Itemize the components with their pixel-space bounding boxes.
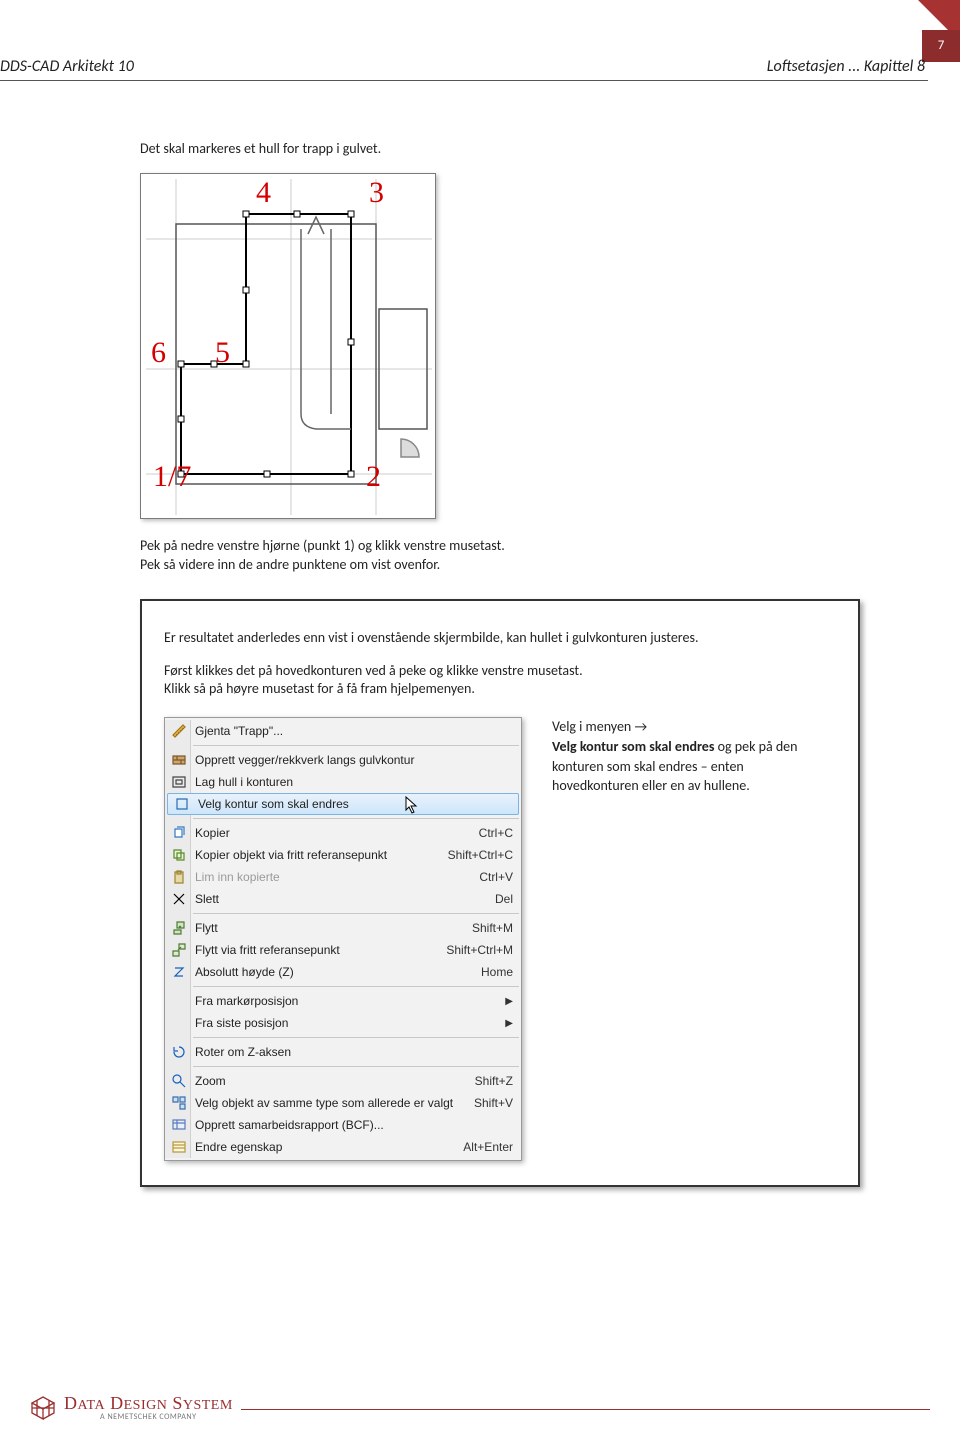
menu-item-rotate-13[interactable]: Roter om Z-aksen (165, 1041, 521, 1063)
menu-item-label: Velg objekt av samme type som allerede e… (195, 1096, 466, 1110)
menu-item-label: Fra siste posisjon (195, 1016, 499, 1030)
point-label-3: 3 (369, 176, 384, 210)
point-label-4: 4 (256, 176, 271, 210)
menu-item-shortcut: Shift+V (466, 1096, 513, 1110)
menu-item-shortcut: Del (487, 892, 513, 906)
box-para-1: Er resultatet anderledes enn vist i oven… (164, 629, 836, 648)
page-header: DDS-CAD Arkitekt 10 Loftsetasjen ... Kap… (0, 57, 930, 79)
menu-item-label: Fra markørposisjon (195, 994, 499, 1008)
hole-icon (169, 774, 189, 790)
point-label-6: 6 (151, 336, 166, 370)
menu-item-shortcut: Shift+M (464, 921, 513, 935)
menu-item-label: Roter om Z-aksen (195, 1045, 513, 1059)
menu-item-contour-3[interactable]: Velg kontur som skal endres (167, 793, 519, 815)
menu-item-label: Flytt via fritt referansepunkt (195, 943, 438, 957)
box-para-2: Først klikkes det på hovedkonturen ved å… (164, 662, 836, 681)
info-box: Er resultatet anderledes enn vist i oven… (140, 599, 860, 1188)
menu-item-bcf-16[interactable]: Opprett samarbeidsrapport (BCF)... (165, 1114, 521, 1136)
after-para-1: Pek på nedre venstre hjørne (punkt 1) og… (140, 537, 860, 556)
menu-item-label: Opprett vegger/rekkverk langs gulvkontur (195, 753, 513, 767)
footer-brand: DATA DESIGN SYSTEM (64, 1393, 233, 1414)
intro-para: Det skal markeres et hull for trapp i gu… (140, 140, 860, 159)
menu-item-label: Lim inn kopierte (195, 870, 471, 884)
menu-separator (193, 986, 519, 987)
submenu-arrow-icon: ▶ (505, 1018, 513, 1029)
selectsame-icon (169, 1095, 189, 1111)
footer-rule (241, 1409, 930, 1410)
header-left: DDS-CAD Arkitekt 10 (0, 57, 134, 76)
menu-separator (193, 913, 519, 914)
menu-item-delete-7[interactable]: SlettDel (165, 888, 521, 910)
menu-separator (193, 745, 519, 746)
menu-item-shortcut: Alt+Enter (455, 1140, 513, 1154)
cursor-icon (405, 796, 419, 814)
moveref-icon (169, 942, 189, 958)
menu-item-copyref-5[interactable]: Kopier objekt via fritt referansepunktSh… (165, 844, 521, 866)
page-footer: DATA DESIGN SYSTEM A NEMETSCHEK COMPANY (30, 1393, 930, 1422)
blank-icon (169, 1015, 189, 1031)
ruler-icon (169, 723, 189, 739)
menu-item-label: Absolutt høyde (Z) (195, 965, 473, 979)
cad-screenshot: 4 3 5 6 2 1/7 (140, 173, 436, 519)
menu-item-label: Kopier objekt via fritt referansepunkt (195, 848, 440, 862)
menu-item-copy-4[interactable]: KopierCtrl+C (165, 822, 521, 844)
move-icon (169, 920, 189, 936)
menu-separator (193, 1037, 519, 1038)
menu-item-label: Endre egenskap (195, 1140, 455, 1154)
copy-icon (169, 825, 189, 841)
menu-item-ruler-0[interactable]: Gjenta "Trapp"... (165, 720, 521, 742)
context-menu: Gjenta "Trapp"... Opprett vegger/rekkverk… (164, 717, 522, 1161)
menu-item-label: Lag hull i konturen (195, 775, 513, 789)
rotate-icon (169, 1044, 189, 1060)
z-icon (169, 964, 189, 980)
zoom-icon (169, 1073, 189, 1089)
delete-icon (169, 891, 189, 907)
menu-item-shortcut: Ctrl+C (471, 826, 513, 840)
bcf-icon (169, 1117, 189, 1133)
menu-item-paste-6[interactable]: Lim inn kopierteCtrl+V (165, 866, 521, 888)
after-para-2: Pek så videre inn de andre punktene om v… (140, 556, 860, 575)
menu-separator (193, 1066, 519, 1067)
blank-icon (169, 993, 189, 1009)
header-right: Loftsetasjen ... Kapittel 8 (767, 57, 925, 76)
menu-item-wall-1[interactable]: Opprett vegger/rekkverk langs gulvkontur (165, 749, 521, 771)
menu-item-label: Flytt (195, 921, 464, 935)
box-para-3: Klikk så på høyre musetast for å få fram… (164, 680, 836, 699)
menu-item-label: Gjenta "Trapp"... (195, 724, 513, 738)
menu-item-properties-17[interactable]: Endre egenskapAlt+Enter (165, 1136, 521, 1158)
menu-item-moveref-9[interactable]: Flytt via fritt referansepunktShift+Ctrl… (165, 939, 521, 961)
header-rule (0, 80, 928, 81)
menu-item-label: Opprett samarbeidsrapport (BCF)... (195, 1118, 513, 1132)
menu-item-z-10[interactable]: Absolutt høyde (Z)Home (165, 961, 521, 983)
menu-item-shortcut: Ctrl+V (471, 870, 513, 884)
menu-item-label: Velg kontur som skal endres (198, 797, 510, 811)
point-label-17: 1/7 (153, 460, 191, 494)
box-side-text: Velg i menyen → Velg kontur som skal end… (552, 717, 812, 795)
menu-item-label: Zoom (195, 1074, 467, 1088)
menu-item-shortcut: Shift+Z (467, 1074, 513, 1088)
menu-item-selectsame-15[interactable]: Velg objekt av samme type som allerede e… (165, 1092, 521, 1114)
logo-icon (30, 1395, 56, 1421)
menu-item-item-11[interactable]: Fra markørposisjon ▶ (165, 990, 521, 1012)
point-label-5: 5 (215, 336, 230, 370)
submenu-arrow-icon: ▶ (505, 996, 513, 1007)
paste-icon (169, 869, 189, 885)
menu-item-item-12[interactable]: Fra siste posisjon ▶ (165, 1012, 521, 1034)
menu-item-zoom-14[interactable]: ZoomShift+Z (165, 1070, 521, 1092)
menu-separator (193, 818, 519, 819)
menu-item-hole-2[interactable]: Lag hull i konturen (165, 771, 521, 793)
menu-item-shortcut: Shift+Ctrl+C (440, 848, 513, 862)
menu-item-label: Slett (195, 892, 487, 906)
menu-item-label: Kopier (195, 826, 471, 840)
menu-item-move-8[interactable]: FlyttShift+M (165, 917, 521, 939)
wall-icon (169, 752, 189, 768)
point-label-2: 2 (366, 460, 381, 494)
side-bold: Velg kontur som skal endres (552, 738, 714, 755)
properties-icon (169, 1139, 189, 1155)
menu-item-shortcut: Shift+Ctrl+M (438, 943, 513, 957)
side-lead: Velg i menyen → (552, 718, 647, 735)
contour-icon (172, 796, 192, 812)
menu-item-shortcut: Home (473, 965, 513, 979)
copyref-icon (169, 847, 189, 863)
